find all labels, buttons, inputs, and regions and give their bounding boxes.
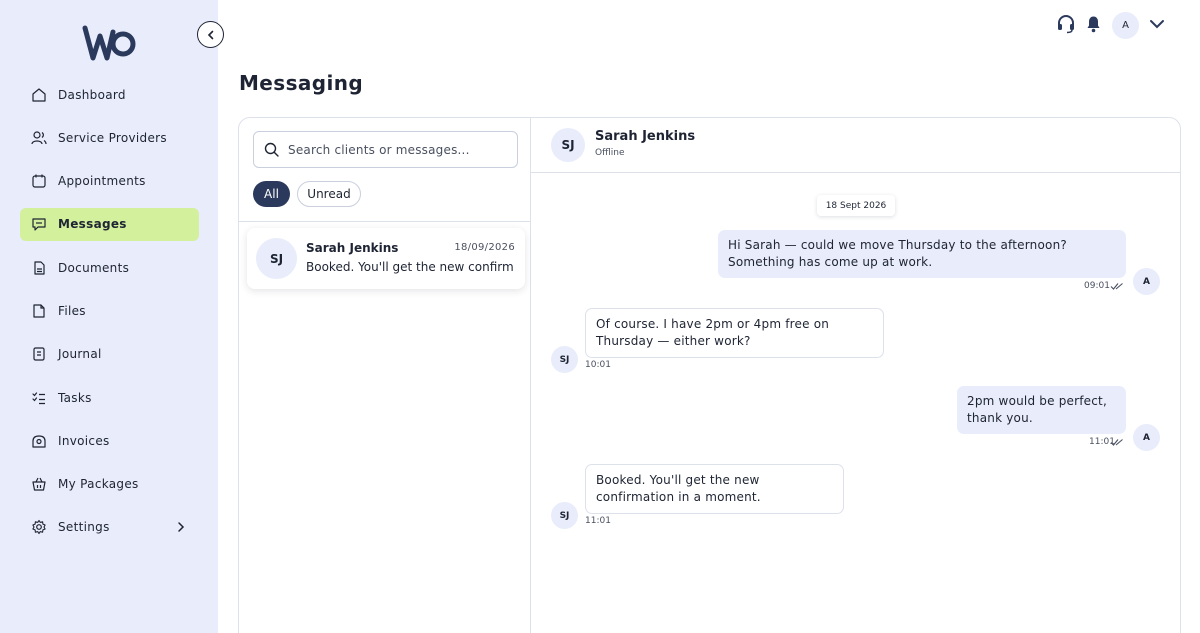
search-input[interactable]: Search clients or messages... [253, 131, 518, 168]
sidebar-item-label: Journal [58, 347, 102, 362]
message-time: 11:01 [585, 516, 611, 526]
double-check-icon [1110, 283, 1123, 290]
sidebar-item-label: My Packages [58, 477, 139, 492]
sidebar-item-label: Service Providers [58, 130, 167, 145]
sidebar-item-service-providers[interactable]: Service Providers [20, 121, 199, 154]
message-bubble-outgoing: Hi Sarah — could we move Thursday to the… [718, 230, 1126, 278]
conversation-preview: Booked. You'll get the new confirmation … [306, 260, 514, 274]
chevron-down-icon[interactable] [1149, 18, 1165, 30]
avatar: SJ [551, 128, 585, 162]
conversation-name: Sarah Jenkins [306, 241, 399, 255]
chevron-left-icon [207, 30, 213, 39]
document-icon [31, 260, 47, 276]
sidebar-item-label: Settings [58, 520, 110, 535]
package-icon [31, 476, 47, 492]
avatar: SJ [256, 238, 297, 279]
avatar: SJ [551, 346, 578, 373]
headset-icon[interactable] [1057, 14, 1075, 34]
bell-icon[interactable] [1086, 15, 1101, 33]
avatar: SJ [551, 502, 578, 529]
sidebar: Dashboard Service Providers Appointments… [0, 0, 224, 633]
chat-icon [31, 216, 47, 232]
chevron-right-icon [178, 522, 185, 532]
conversation-date: 18/09/2026 [454, 242, 515, 253]
sidebar-item-label: Messages [58, 217, 127, 232]
sidebar-item-label: Appointments [58, 174, 146, 189]
sidebar-item-appointments[interactable]: Appointments [20, 165, 199, 198]
sidebar-item-label: Documents [58, 260, 130, 275]
page-title: Messaging [239, 71, 364, 95]
sidebar-item-journal[interactable]: Journal [20, 338, 199, 371]
sidebar-item-my-packages[interactable]: My Packages [20, 468, 199, 501]
collapse-sidebar-button[interactable] [197, 21, 224, 48]
message-bubble-outgoing: 2pm would be perfect, thank you. [957, 386, 1126, 434]
invoice-icon [31, 433, 47, 449]
tasks-icon [31, 390, 47, 406]
message-bubble-incoming: Of course. I have 2pm or 4pm free on Thu… [585, 308, 884, 358]
avatar: A [1133, 424, 1160, 451]
sidebar-item-label: Files [58, 303, 86, 318]
file-icon [31, 303, 47, 319]
message-bubble-incoming: Booked. You'll get the new confirmation … [585, 464, 844, 514]
chat-contact-name: Sarah Jenkins [595, 129, 696, 144]
sidebar-item-dashboard[interactable]: Dashboard [20, 78, 199, 111]
sidebar-nav: Dashboard Service Providers Appointments… [20, 78, 199, 554]
sidebar-item-settings[interactable]: Settings [20, 511, 199, 544]
conversation-list-pane: Search clients or messages... All Unread… [239, 118, 531, 633]
date-separator: 18 Sept 2026 [817, 195, 895, 216]
search-icon [264, 142, 279, 157]
filter-unread-button[interactable]: Unread [297, 181, 361, 207]
message-time: 09:01 [1084, 281, 1110, 291]
sidebar-item-tasks[interactable]: Tasks [20, 381, 199, 414]
journal-icon [31, 346, 47, 362]
chat-contact-status: Offline [595, 148, 625, 158]
users-icon [31, 130, 47, 146]
gear-icon [31, 519, 47, 535]
avatar: A [1133, 268, 1160, 295]
calendar-icon [31, 173, 47, 189]
message-time: 10:01 [585, 360, 611, 370]
sidebar-item-messages[interactable]: Messages [20, 207, 199, 241]
sidebar-item-documents[interactable]: Documents [20, 251, 199, 284]
sidebar-item-label: Tasks [58, 390, 92, 405]
sidebar-item-label: Invoices [58, 433, 110, 448]
sidebar-item-invoices[interactable]: Invoices [20, 424, 199, 457]
sidebar-item-label: Dashboard [58, 87, 126, 102]
user-avatar[interactable]: A [1112, 12, 1139, 39]
double-check-icon [1110, 439, 1123, 446]
chat-header: SJ Sarah Jenkins Offline [531, 118, 1181, 173]
conversation-item[interactable]: SJ Sarah Jenkins 18/09/2026 Booked. You'… [247, 228, 525, 289]
sidebar-item-files[interactable]: Files [20, 294, 199, 327]
messaging-panel: Search clients or messages... All Unread… [238, 117, 1181, 633]
home-icon [31, 87, 47, 103]
search-placeholder: Search clients or messages... [288, 142, 470, 157]
divider [239, 221, 530, 222]
filter-all-button[interactable]: All [253, 181, 290, 207]
wo-logo-icon[interactable] [82, 24, 136, 62]
